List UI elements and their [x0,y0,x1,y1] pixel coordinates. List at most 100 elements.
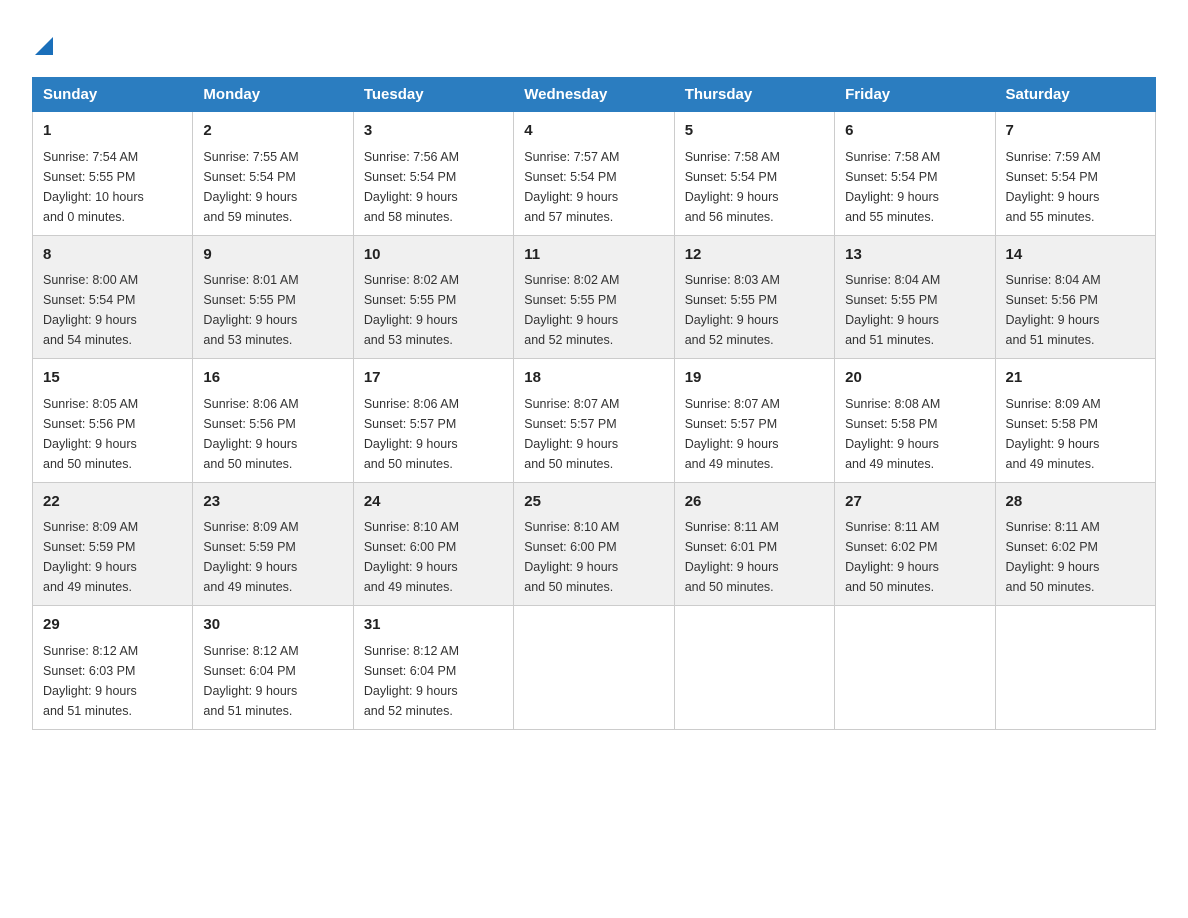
day-info: Sunrise: 8:11 AMSunset: 6:02 PMDaylight:… [845,517,984,597]
day-info: Sunrise: 8:12 AMSunset: 6:04 PMDaylight:… [203,641,342,721]
table-row: 13 Sunrise: 8:04 AMSunset: 5:55 PMDayligh… [835,235,995,359]
day-number: 31 [364,614,503,637]
day-info: Sunrise: 7:54 AMSunset: 5:55 PMDaylight:… [43,147,182,227]
day-info: Sunrise: 8:10 AMSunset: 6:00 PMDaylight:… [524,517,663,597]
table-row: 24Sunrise: 8:10 AMSunset: 6:00 PMDayligh… [353,482,513,606]
day-info: Sunrise: 8:11 AMSunset: 6:01 PMDaylight:… [685,517,824,597]
table-row: 9 Sunrise: 8:01 AMSunset: 5:55 PMDaylight… [193,235,353,359]
table-row: 6 Sunrise: 7:58 AMSunset: 5:54 PMDaylight… [835,112,995,236]
day-info: Sunrise: 8:05 AMSunset: 5:56 PMDaylight:… [43,394,182,474]
day-number: 12 [685,244,824,267]
day-info: Sunrise: 8:01 AMSunset: 5:55 PMDaylight:… [203,270,342,350]
day-number: 27 [845,491,984,514]
table-row: 21 Sunrise: 8:09 AMSunset: 5:58 PMDayligh… [995,359,1155,483]
col-sunday: Sunday [33,78,193,112]
day-number: 24 [364,491,503,514]
table-row: 2Sunrise: 7:55 AMSunset: 5:54 PMDaylight… [193,112,353,236]
day-info: Sunrise: 8:07 AMSunset: 5:57 PMDaylight:… [524,394,663,474]
table-row: 29Sunrise: 8:12 AMSunset: 6:03 PMDayligh… [33,606,193,730]
day-number: 23 [203,491,342,514]
table-row: 16 Sunrise: 8:06 AMSunset: 5:56 PMDayligh… [193,359,353,483]
table-row: 30 Sunrise: 8:12 AMSunset: 6:04 PMDayligh… [193,606,353,730]
table-row: 27 Sunrise: 8:11 AMSunset: 6:02 PMDayligh… [835,482,995,606]
day-number: 22 [43,491,182,514]
table-row [514,606,674,730]
table-row: 15 Sunrise: 8:05 AMSunset: 5:56 PMDayligh… [33,359,193,483]
table-row: 26 Sunrise: 8:11 AMSunset: 6:01 PMDayligh… [674,482,834,606]
day-number: 11 [524,244,663,267]
col-tuesday: Tuesday [353,78,513,112]
table-row: 23 Sunrise: 8:09 AMSunset: 5:59 PMDayligh… [193,482,353,606]
table-row: 10 Sunrise: 8:02 AMSunset: 5:55 PMDayligh… [353,235,513,359]
day-number: 21 [1006,367,1145,390]
day-info: Sunrise: 8:02 AMSunset: 5:55 PMDaylight:… [524,270,663,350]
day-number: 18 [524,367,663,390]
table-row [674,606,834,730]
calendar-week-row: 1Sunrise: 7:54 AMSunset: 5:55 PMDaylight… [33,112,1156,236]
calendar-week-row: 15 Sunrise: 8:05 AMSunset: 5:56 PMDayligh… [33,359,1156,483]
day-info: Sunrise: 8:09 AMSunset: 5:59 PMDaylight:… [43,517,182,597]
logo-general [32,24,53,57]
day-info: Sunrise: 7:58 AMSunset: 5:54 PMDaylight:… [685,147,824,227]
col-friday: Friday [835,78,995,112]
day-number: 29 [43,614,182,637]
day-number: 5 [685,120,824,143]
table-row: 3 Sunrise: 7:56 AMSunset: 5:54 PMDaylight… [353,112,513,236]
table-row: 17Sunrise: 8:06 AMSunset: 5:57 PMDayligh… [353,359,513,483]
day-info: Sunrise: 7:59 AMSunset: 5:54 PMDaylight:… [1006,147,1145,227]
day-number: 28 [1006,491,1145,514]
day-number: 4 [524,120,663,143]
day-number: 20 [845,367,984,390]
day-info: Sunrise: 8:00 AMSunset: 5:54 PMDaylight:… [43,270,182,350]
logo-triangle-icon [35,37,53,55]
calendar-table: Sunday Monday Tuesday Wednesday Thursday… [32,77,1156,730]
day-info: Sunrise: 8:04 AMSunset: 5:55 PMDaylight:… [845,270,984,350]
day-number: 15 [43,367,182,390]
col-wednesday: Wednesday [514,78,674,112]
page-header [32,24,1156,57]
day-info: Sunrise: 7:56 AMSunset: 5:54 PMDaylight:… [364,147,503,227]
col-saturday: Saturday [995,78,1155,112]
day-number: 16 [203,367,342,390]
day-info: Sunrise: 8:09 AMSunset: 5:59 PMDaylight:… [203,517,342,597]
table-row: 1Sunrise: 7:54 AMSunset: 5:55 PMDaylight… [33,112,193,236]
day-number: 8 [43,244,182,267]
day-number: 17 [364,367,503,390]
day-info: Sunrise: 8:03 AMSunset: 5:55 PMDaylight:… [685,270,824,350]
logo [32,24,53,57]
day-number: 10 [364,244,503,267]
day-info: Sunrise: 8:04 AMSunset: 5:56 PMDaylight:… [1006,270,1145,350]
col-thursday: Thursday [674,78,834,112]
day-info: Sunrise: 7:55 AMSunset: 5:54 PMDaylight:… [203,147,342,227]
day-number: 9 [203,244,342,267]
table-row: 4 Sunrise: 7:57 AMSunset: 5:54 PMDaylight… [514,112,674,236]
day-info: Sunrise: 8:09 AMSunset: 5:58 PMDaylight:… [1006,394,1145,474]
day-number: 26 [685,491,824,514]
day-info: Sunrise: 8:06 AMSunset: 5:56 PMDaylight:… [203,394,342,474]
day-info: Sunrise: 7:58 AMSunset: 5:54 PMDaylight:… [845,147,984,227]
table-row: 19 Sunrise: 8:07 AMSunset: 5:57 PMDayligh… [674,359,834,483]
table-row: 12 Sunrise: 8:03 AMSunset: 5:55 PMDayligh… [674,235,834,359]
table-row: 31Sunrise: 8:12 AMSunset: 6:04 PMDayligh… [353,606,513,730]
calendar-header-row: Sunday Monday Tuesday Wednesday Thursday… [33,78,1156,112]
day-number: 7 [1006,120,1145,143]
table-row: 7 Sunrise: 7:59 AMSunset: 5:54 PMDaylight… [995,112,1155,236]
table-row: 22 Sunrise: 8:09 AMSunset: 5:59 PMDayligh… [33,482,193,606]
table-row: 5 Sunrise: 7:58 AMSunset: 5:54 PMDaylight… [674,112,834,236]
day-number: 30 [203,614,342,637]
day-info: Sunrise: 7:57 AMSunset: 5:54 PMDaylight:… [524,147,663,227]
day-number: 25 [524,491,663,514]
day-number: 19 [685,367,824,390]
table-row: 11 Sunrise: 8:02 AMSunset: 5:55 PMDayligh… [514,235,674,359]
day-number: 13 [845,244,984,267]
table-row: 25 Sunrise: 8:10 AMSunset: 6:00 PMDayligh… [514,482,674,606]
day-info: Sunrise: 8:11 AMSunset: 6:02 PMDaylight:… [1006,517,1145,597]
day-info: Sunrise: 8:02 AMSunset: 5:55 PMDaylight:… [364,270,503,350]
calendar-week-row: 8 Sunrise: 8:00 AMSunset: 5:54 PMDaylight… [33,235,1156,359]
table-row: 18 Sunrise: 8:07 AMSunset: 5:57 PMDayligh… [514,359,674,483]
table-row [995,606,1155,730]
day-number: 6 [845,120,984,143]
day-number: 3 [364,120,503,143]
table-row: 28 Sunrise: 8:11 AMSunset: 6:02 PMDayligh… [995,482,1155,606]
day-info: Sunrise: 8:07 AMSunset: 5:57 PMDaylight:… [685,394,824,474]
